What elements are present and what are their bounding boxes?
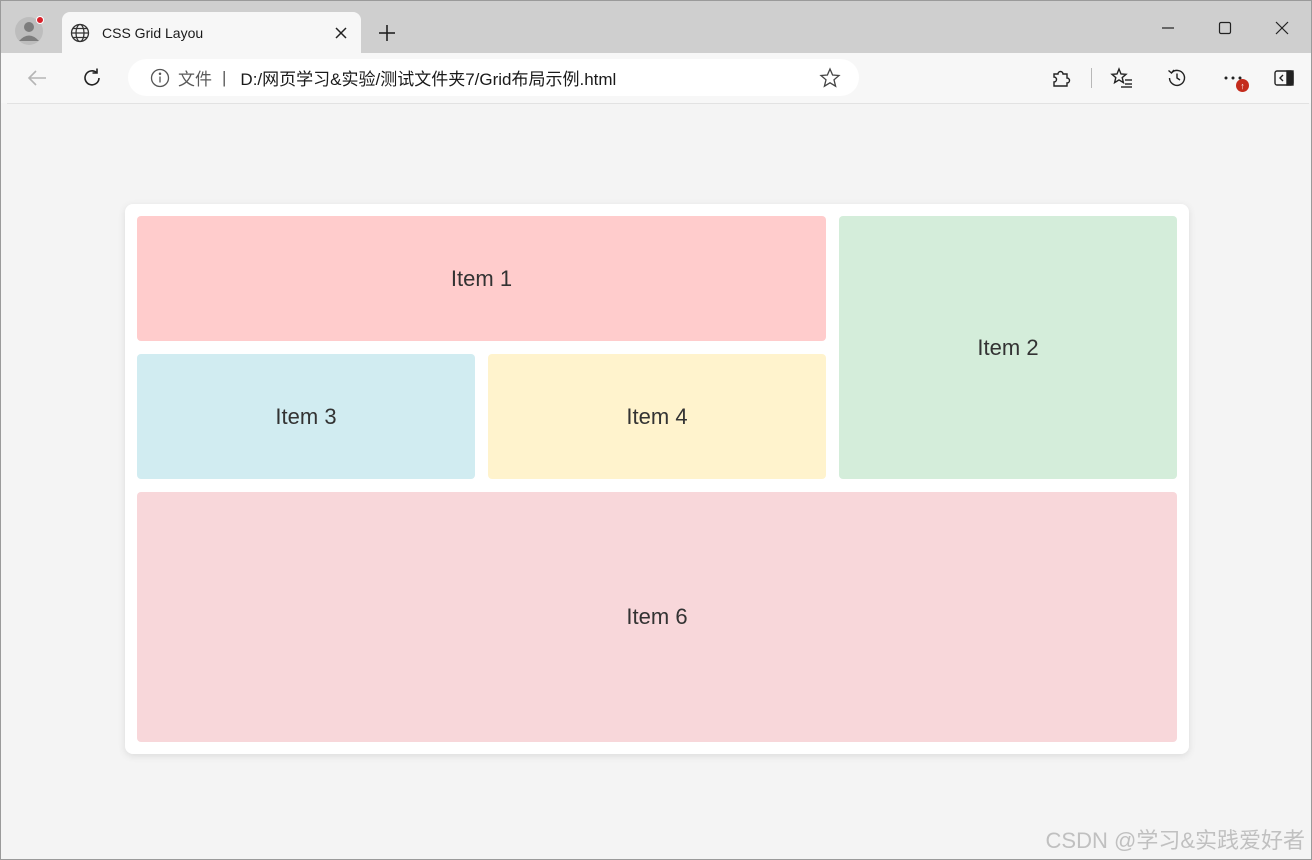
favorites-list-icon[interactable]	[1106, 62, 1138, 94]
close-icon[interactable]	[1265, 13, 1299, 43]
grid-item-label: Item 2	[977, 334, 1039, 360]
page-viewport: Item 1 Item 2 Item 3 Item 4 Item 6	[7, 103, 1309, 857]
grid-item-2: Item 2	[839, 216, 1177, 479]
tab-active[interactable]: CSS Grid Layou	[62, 12, 361, 54]
refresh-icon[interactable]	[76, 62, 108, 94]
update-badge: ↑	[1236, 79, 1249, 92]
title-bar: CSS Grid Layou	[1, 1, 1311, 54]
info-icon[interactable]	[150, 68, 170, 88]
address-scheme-label: 文件	[178, 70, 212, 89]
close-icon[interactable]	[329, 21, 353, 45]
toolbar-divider	[1091, 68, 1092, 88]
globe-icon	[70, 23, 90, 43]
grid-item-4: Item 4	[488, 354, 826, 479]
grid-container: Item 1 Item 2 Item 3 Item 4 Item 6	[125, 204, 1189, 754]
grid-item-label: Item 3	[275, 403, 337, 429]
watermark: CSDN @学习&实践爱好者	[1045, 828, 1305, 853]
profile-avatar-icon[interactable]	[14, 16, 44, 46]
notification-dot	[36, 16, 44, 24]
tab-title: CSS Grid Layou	[102, 25, 204, 41]
toolbar: 文件 | D:/网页学习&实验/测试文件夹7/Grid布局示例.html ↑	[1, 53, 1311, 103]
plus-icon[interactable]	[374, 20, 400, 46]
grid-item-3: Item 3	[137, 354, 475, 479]
grid-item-label: Item 6	[626, 604, 688, 629]
url-text[interactable]: D:/网页学习&实验/测试文件夹7/Grid布局示例.html	[240, 65, 616, 90]
address-bar[interactable]: 文件 | D:/网页学习&实验/测试文件夹7/Grid布局示例.html	[128, 59, 859, 96]
puzzle-icon[interactable]	[1045, 62, 1077, 94]
history-icon[interactable]	[1161, 62, 1193, 94]
minimize-icon[interactable]	[1151, 13, 1185, 43]
grid-item-1: Item 1	[137, 216, 826, 341]
back-arrow-icon[interactable]	[21, 62, 53, 94]
grid-item-label: Item 1	[450, 265, 513, 291]
sidebar-icon[interactable]	[1268, 62, 1300, 94]
address-separator: |	[222, 67, 227, 87]
maximize-icon[interactable]	[1208, 13, 1242, 43]
grid-item-6: Item 6	[137, 492, 1177, 742]
browser-window: CSS Grid Layou 文件 | D:/网页学习&实验/测试文件夹7/Gr…	[0, 0, 1312, 860]
star-icon[interactable]	[819, 67, 841, 89]
more-icon[interactable]: ↑	[1217, 62, 1249, 94]
grid-item-label: Item 4	[626, 403, 688, 429]
